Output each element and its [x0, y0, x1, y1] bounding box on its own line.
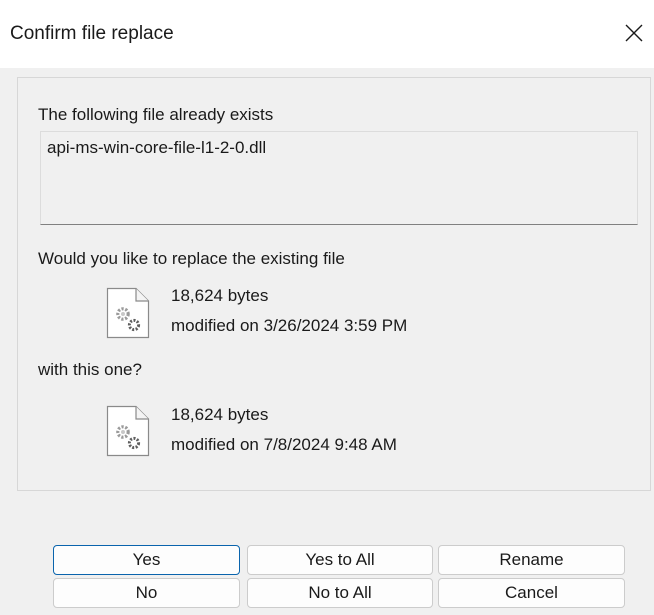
existing-file-modified: modified on 3/26/2024 3:59 PM — [171, 316, 408, 335]
dialog-title: Confirm file replace — [10, 23, 174, 44]
replace-question-label: Would you like to replace the existing f… — [38, 249, 345, 268]
title-bar: Confirm file replace — [0, 0, 654, 68]
settings-file-icon — [106, 405, 150, 457]
no-button[interactable]: No — [53, 578, 240, 608]
filename-box: api-ms-win-core-file-l1-2-0.dll — [40, 131, 638, 225]
rename-button[interactable]: Rename — [438, 545, 625, 575]
file-exists-label: The following file already exists — [38, 105, 274, 124]
confirm-file-replace-dialog: Confirm file replace The following file … — [0, 0, 654, 615]
message-group: The following file already exists api-ms… — [17, 77, 651, 491]
no-to-all-button[interactable]: No to All — [247, 578, 433, 608]
new-file-modified: modified on 7/8/2024 9:48 AM — [171, 435, 397, 454]
new-file-size: 18,624 bytes — [171, 405, 269, 424]
cancel-button[interactable]: Cancel — [438, 578, 625, 608]
filename-text: api-ms-win-core-file-l1-2-0.dll — [47, 138, 267, 157]
with-this-one-label: with this one? — [38, 360, 142, 379]
yes-to-all-button[interactable]: Yes to All — [247, 545, 433, 575]
existing-file-size: 18,624 bytes — [171, 286, 269, 305]
close-icon — [625, 24, 643, 42]
close-button[interactable] — [614, 12, 654, 52]
settings-file-icon — [106, 287, 150, 339]
yes-button[interactable]: Yes — [53, 545, 240, 575]
